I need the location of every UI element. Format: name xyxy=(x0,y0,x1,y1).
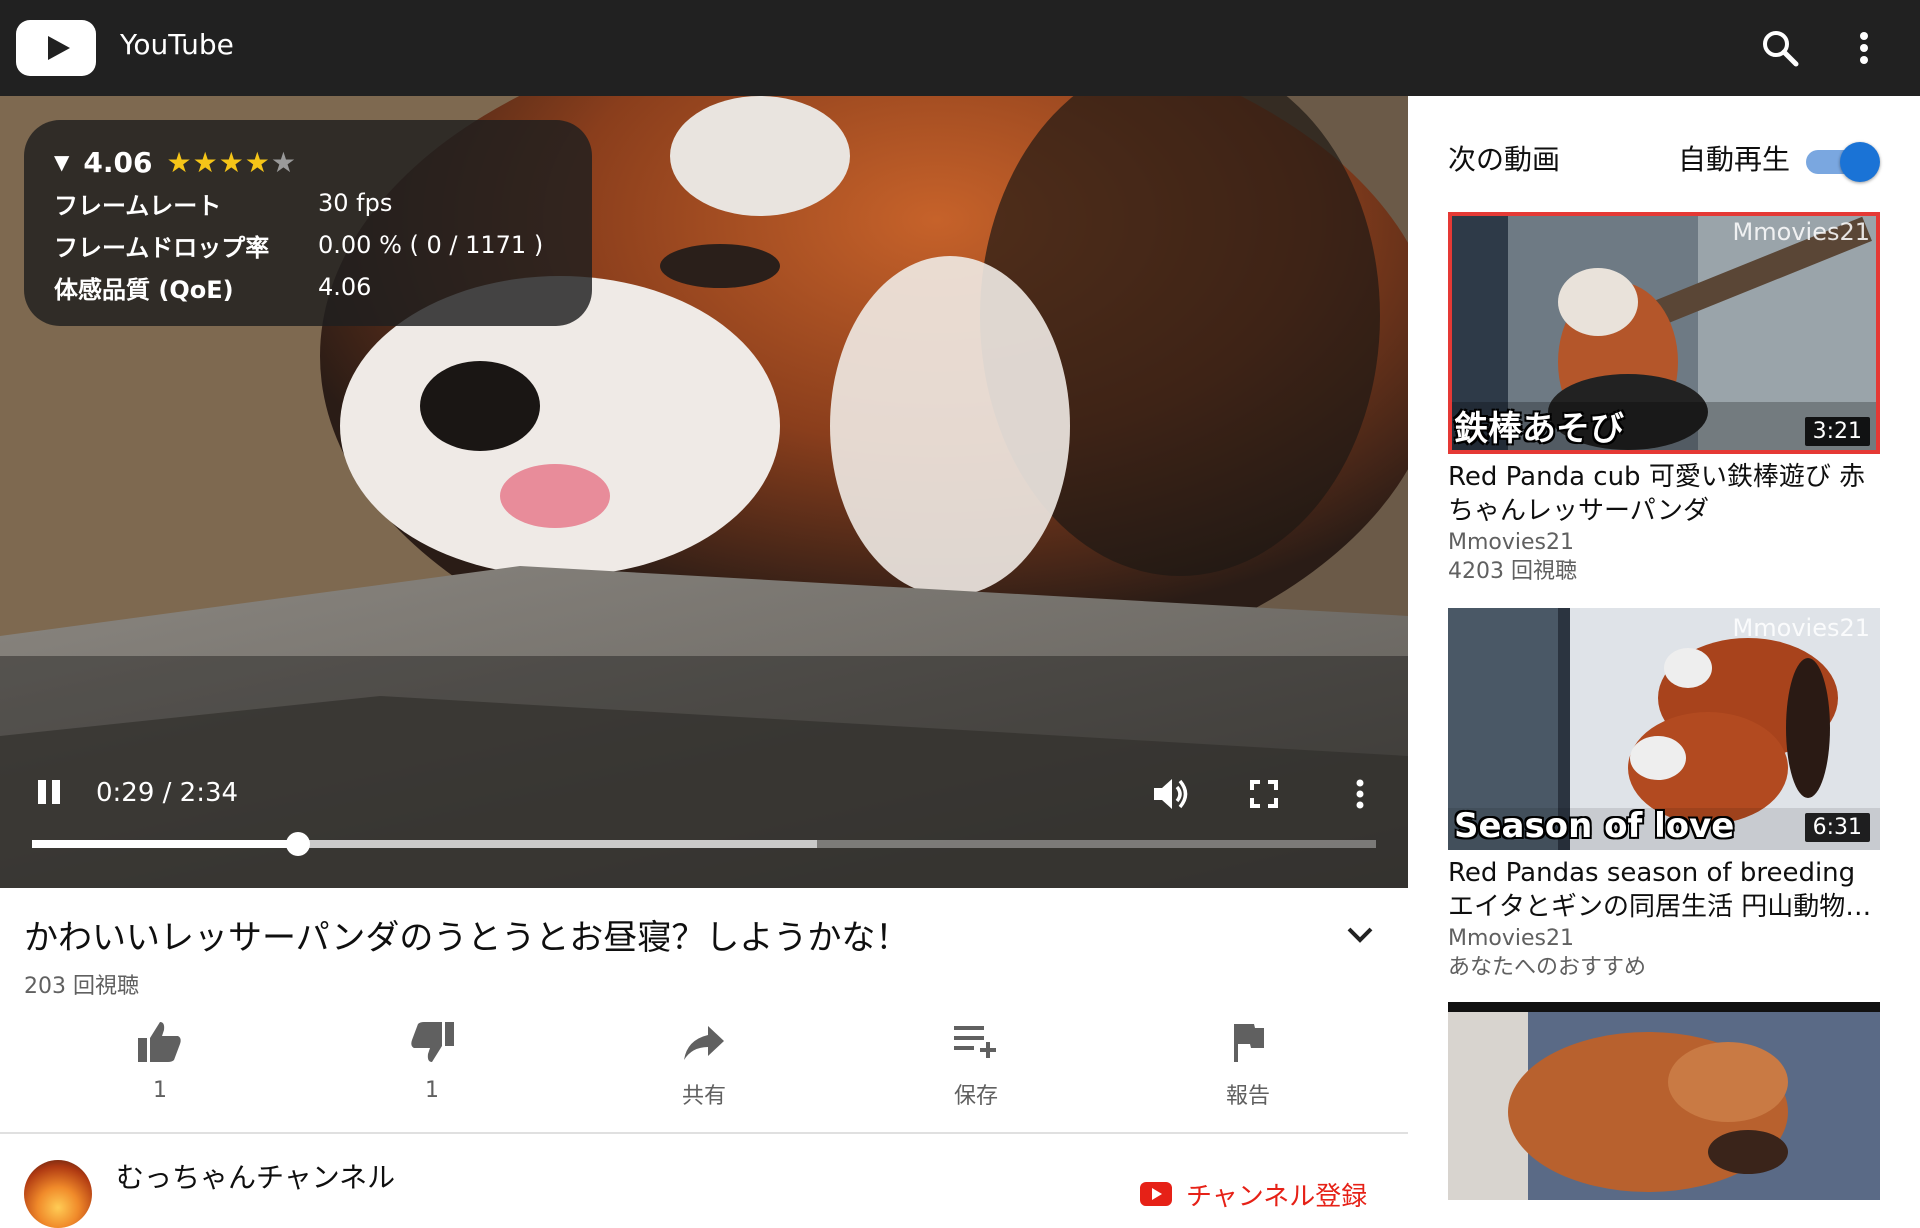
like-button[interactable]: 1 xyxy=(80,1016,240,1126)
item-title[interactable]: Red Panda cub 可愛い鉄棒遊び 赤ちゃんレッサーパンダ xyxy=(1448,460,1880,528)
up-next-item[interactable]: Mmovies21 Season of love 6:31 Red Pandas… xyxy=(1448,608,1880,982)
thumbnail-caption: 鉄棒あそび xyxy=(1454,409,1624,449)
autoplay-toggle[interactable] xyxy=(1806,140,1882,182)
thumbnail-caption: Season of love xyxy=(1454,806,1735,846)
subscribe-label: チャンネル登録 xyxy=(1186,1181,1368,1212)
item-reason: あなたへのおすすめ xyxy=(1448,955,1647,980)
qoe-score: 4.06 xyxy=(83,145,153,179)
channel-name[interactable]: むっちゃんチャンネル xyxy=(116,1156,395,1196)
view-count: 203 回視聴 xyxy=(24,974,139,999)
collapse-triangle-icon[interactable]: ▼ xyxy=(54,150,69,174)
progress-bar[interactable] xyxy=(32,832,1376,856)
video-thumbnail[interactable]: Mmovies21 鉄棒あそび 3:21 xyxy=(1448,212,1880,454)
channel-avatar[interactable] xyxy=(24,1160,92,1228)
thumbnail-watermark: Mmovies21 xyxy=(1732,614,1870,642)
player-more-icon[interactable] xyxy=(1340,774,1380,814)
framedrop-value: 0.00 % ( 0 / 1171 ) xyxy=(318,231,544,259)
save-label: 保存 xyxy=(953,1084,998,1109)
thumbs-up-icon xyxy=(134,1016,186,1068)
video-thumbnail[interactable] xyxy=(1448,1002,1880,1200)
top-app-bar: YouTube xyxy=(0,0,1920,96)
video-title: かわいいレッサーパンダのうとうとお昼寝？しようかな！ xyxy=(24,918,910,958)
up-next-label: 次の動画 xyxy=(1448,143,1561,176)
time-display: 0:29 / 2:34 xyxy=(96,778,239,808)
youtube-logo-icon[interactable] xyxy=(16,20,96,76)
fullscreen-icon[interactable] xyxy=(1244,774,1284,814)
up-next-item[interactable] xyxy=(1448,1002,1880,1200)
dislike-button[interactable]: 1 xyxy=(352,1016,512,1126)
autoplay-label: 自動再生 xyxy=(1678,143,1791,176)
item-channel: Mmovies21 xyxy=(1448,530,1574,555)
report-label: 報告 xyxy=(1225,1084,1270,1109)
thumbs-down-icon xyxy=(406,1016,458,1068)
framedrop-label: フレームドロップ率 xyxy=(54,233,270,262)
player-controls: 0:29 / 2:34 xyxy=(0,766,1408,826)
more-vert-icon[interactable] xyxy=(1840,24,1888,72)
flag-icon xyxy=(1222,1016,1274,1068)
share-label: 共有 xyxy=(681,1084,726,1109)
video-thumbnail[interactable]: Mmovies21 Season of love 6:31 xyxy=(1448,608,1880,850)
dislike-count: 1 xyxy=(425,1078,439,1103)
framerate-label: フレームレート xyxy=(54,191,222,220)
video-player[interactable]: ▼ 4.06 ★★★★★ フレームレート 30 fps フレームドロップ率 0.… xyxy=(0,96,1408,888)
share-icon xyxy=(678,1016,730,1068)
divider xyxy=(0,1132,1408,1134)
volume-icon[interactable] xyxy=(1148,772,1192,816)
up-next-item[interactable]: Mmovies21 鉄棒あそび 3:21 Red Panda cub 可愛い鉄棒… xyxy=(1448,212,1880,586)
toggle-thumb xyxy=(1840,142,1880,182)
action-bar: 1 1 共有 保存 報告 xyxy=(0,1016,1408,1126)
subscribe-button[interactable]: チャンネル登録 xyxy=(1140,1174,1367,1214)
item-channel: Mmovies21 xyxy=(1448,926,1574,951)
share-button[interactable]: 共有 xyxy=(624,1016,784,1126)
thumbnail-image xyxy=(1448,1002,1880,1200)
item-title[interactable]: Red Pandas season of breeding エイタとギンの同居生… xyxy=(1448,856,1880,924)
qoe-label: 体感品質 (QoE) xyxy=(54,275,234,304)
qoe-stats-panel: ▼ 4.06 ★★★★★ フレームレート 30 fps フレームドロップ率 0.… xyxy=(24,120,592,326)
qoe-value: 4.06 xyxy=(318,273,372,301)
youtube-play-icon xyxy=(1140,1182,1172,1206)
duration-badge: 6:31 xyxy=(1804,813,1870,842)
thumbnail-watermark: Mmovies21 xyxy=(1732,218,1870,246)
item-views: 4203 回視聴 xyxy=(1448,559,1577,584)
app-title: YouTube xyxy=(120,28,234,61)
rating-stars: ★★★★★ xyxy=(166,145,297,179)
scrubber-handle[interactable] xyxy=(286,832,311,856)
video-info: かわいいレッサーパンダのうとうとお昼寝？しようかな！ 203 回視聴 1 1 共… xyxy=(0,888,1408,1228)
played-bar xyxy=(32,840,299,848)
like-count: 1 xyxy=(153,1078,167,1103)
search-icon[interactable] xyxy=(1756,24,1804,72)
save-button[interactable]: 保存 xyxy=(896,1016,1056,1126)
expand-chevron-icon[interactable] xyxy=(1338,912,1382,956)
playlist-add-icon xyxy=(950,1016,1002,1068)
framerate-value: 30 fps xyxy=(318,189,393,217)
report-button[interactable]: 報告 xyxy=(1168,1016,1328,1126)
pause-icon[interactable] xyxy=(36,780,62,810)
up-next-sidebar: 次の動画 自動再生 Mmovies21 鉄棒あそび 3:21 Red Panda… xyxy=(1408,96,1920,1200)
duration-badge: 3:21 xyxy=(1804,417,1870,446)
